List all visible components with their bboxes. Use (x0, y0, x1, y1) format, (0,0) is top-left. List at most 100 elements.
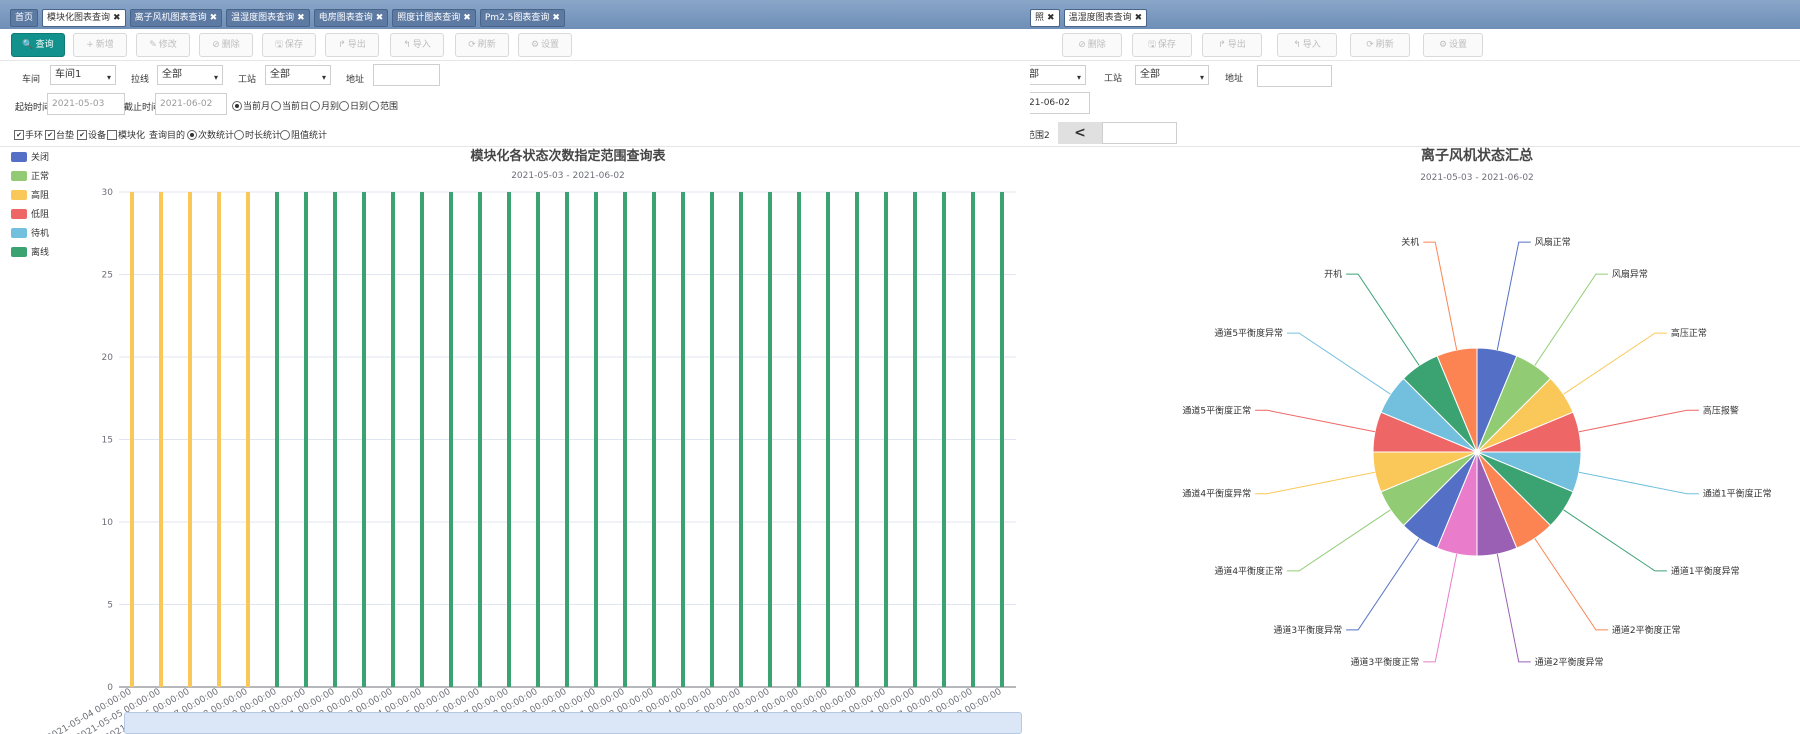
radio-count-stats[interactable]: 次数统计 (187, 128, 234, 141)
range-prev-button[interactable]: < (1058, 122, 1102, 144)
radio-duration-stats[interactable]: 时长统计 (234, 128, 281, 141)
radio-dot (310, 100, 320, 111)
bar[interactable] (681, 192, 685, 687)
tab-power-room-chart[interactable]: 电房图表查询 ✖ (313, 9, 389, 27)
end-time-input[interactable]: 2021-06-02 (155, 93, 227, 115)
delete-button[interactable]: ⊘ 删除 (1062, 33, 1122, 57)
bar[interactable] (159, 192, 163, 687)
bar[interactable] (333, 192, 337, 687)
range2-input[interactable] (1102, 122, 1177, 144)
bar[interactable] (942, 192, 946, 687)
chart-subtitle: 2021-05-03 - 2021-06-02 (1420, 173, 1534, 183)
bar[interactable] (623, 192, 627, 687)
bar[interactable] (130, 192, 134, 687)
gear-icon: ⚙ (530, 40, 540, 50)
bar[interactable] (478, 192, 482, 687)
settings-button[interactable]: ⚙ 设置 (1423, 33, 1483, 57)
station-select[interactable]: 全部 ▾ (1135, 65, 1209, 85)
import-button[interactable]: ↰ 导入 (390, 33, 444, 57)
checkbox-wristband[interactable]: ✔ 手环 (14, 128, 43, 141)
radio-dot (234, 129, 244, 140)
background-window: 照 ✖ 温湿度图表查询 ✖ ⊘ 删除 🖫 保存 ↱ 导出 ↰ 导入 ⟳ 刷新 ⚙ 设置 部 ▾… (1030, 0, 1800, 734)
address-input[interactable] (373, 64, 440, 86)
workshop-select[interactable]: 车间1 ▾ (50, 65, 116, 85)
tab-home[interactable]: 首页 (10, 9, 39, 27)
tab-pm25-chart[interactable]: Pm2.5图表查询 ✖ (479, 9, 565, 27)
bar[interactable] (594, 192, 598, 687)
close-icon[interactable]: ✖ (376, 10, 384, 26)
bar[interactable] (855, 192, 859, 687)
line-select[interactable]: 部 ▾ (1030, 65, 1086, 85)
save-button[interactable]: 🖫 保存 (1132, 33, 1192, 57)
radio-current-day[interactable]: 当前日 (271, 99, 309, 112)
y-tick-label: 30 (102, 188, 114, 198)
radio-by-month[interactable]: 月别 (310, 99, 339, 112)
bar[interactable] (188, 192, 192, 687)
refresh-button[interactable]: ⟳ 刷新 (1350, 33, 1410, 57)
bar[interactable] (420, 192, 424, 687)
bar[interactable] (768, 192, 772, 687)
bar[interactable] (884, 192, 888, 687)
start-time-input[interactable]: 2021-05-03 (47, 93, 125, 115)
bar[interactable] (565, 192, 569, 687)
end-date-input[interactable]: 21-06-02 (1030, 92, 1090, 114)
settings-button[interactable]: ⚙ 设置 (518, 33, 572, 57)
bar[interactable] (275, 192, 279, 687)
tab-temperature-humidity-chart[interactable]: 温湿度图表查询 ✖ (226, 9, 310, 27)
bar[interactable] (739, 192, 743, 687)
bar[interactable] (652, 192, 656, 687)
radio-resistance-stats[interactable]: 阻值统计 (280, 128, 327, 141)
query-button[interactable]: 🔍 查询 (11, 33, 65, 57)
bar[interactable] (826, 192, 830, 687)
refresh-button[interactable]: ⟳ 刷新 (455, 33, 509, 57)
close-icon[interactable]: ✖ (297, 10, 305, 26)
bar[interactable] (362, 192, 366, 687)
save-button[interactable]: 🖫 保存 (262, 33, 316, 57)
close-icon[interactable]: ✖ (552, 10, 560, 26)
bar[interactable] (449, 192, 453, 687)
tab-illuminance-chart[interactable]: 照度计图表查询 ✖ (392, 9, 476, 27)
bar[interactable] (1000, 192, 1004, 687)
bar[interactable] (536, 192, 540, 687)
bar[interactable] (217, 192, 221, 687)
close-icon[interactable]: ✖ (463, 10, 471, 26)
checkbox-mat[interactable]: ✔ 台垫 (45, 128, 74, 141)
export-label: 导出 (1227, 40, 1246, 50)
address-input[interactable] (1257, 65, 1332, 87)
bar[interactable] (304, 192, 308, 687)
checkbox-modular[interactable]: 模块化 (107, 128, 145, 141)
close-icon[interactable]: ✖ (1135, 10, 1143, 26)
option-label: 当前月 (243, 102, 271, 112)
close-icon[interactable]: ✖ (1047, 10, 1055, 26)
checkbox-device[interactable]: ✔ 设备 (77, 128, 106, 141)
close-icon[interactable]: ✖ (210, 10, 218, 26)
pie-label: 通道3平衡度正常 (1351, 656, 1420, 668)
line-select[interactable]: 全部 ▾ (157, 65, 223, 85)
radio-by-day[interactable]: 日别 (339, 99, 368, 112)
bar[interactable] (246, 192, 250, 687)
bar[interactable] (507, 192, 511, 687)
bar[interactable] (391, 192, 395, 687)
chart-title: 离子风机状态汇总 (1421, 147, 1533, 164)
station-select-value: 全部 (270, 69, 290, 80)
delete-icon: ⊘ (212, 40, 220, 50)
tab-ion-fan-chart[interactable]: 离子风机图表查询 ✖ (129, 9, 223, 27)
import-button[interactable]: ↰ 导入 (1277, 33, 1337, 57)
tab-module-chart[interactable]: 模块化图表查询 ✖ (42, 9, 126, 27)
radio-range[interactable]: 范围 (369, 99, 398, 112)
delete-button[interactable]: ⊘ 删除 (199, 33, 253, 57)
edit-button[interactable]: ✎ 修改 (136, 33, 190, 57)
radio-current-month[interactable]: 当前月 (232, 99, 270, 112)
add-button[interactable]: + 新增 (73, 33, 127, 57)
station-select[interactable]: 全部 ▾ (265, 65, 331, 85)
tab-temperature-humidity[interactable]: 温湿度图表查询 ✖ (1063, 9, 1148, 27)
bar[interactable] (913, 192, 917, 687)
bar[interactable] (971, 192, 975, 687)
export-button[interactable]: ↱ 导出 (1202, 33, 1262, 57)
datazoom-slider[interactable] (124, 712, 1022, 734)
export-button[interactable]: ↱ 导出 (325, 33, 379, 57)
close-icon[interactable]: ✖ (113, 10, 121, 26)
bar[interactable] (710, 192, 714, 687)
bar[interactable] (797, 192, 801, 687)
tab-illuminance[interactable]: 照 ✖ (1030, 9, 1060, 27)
